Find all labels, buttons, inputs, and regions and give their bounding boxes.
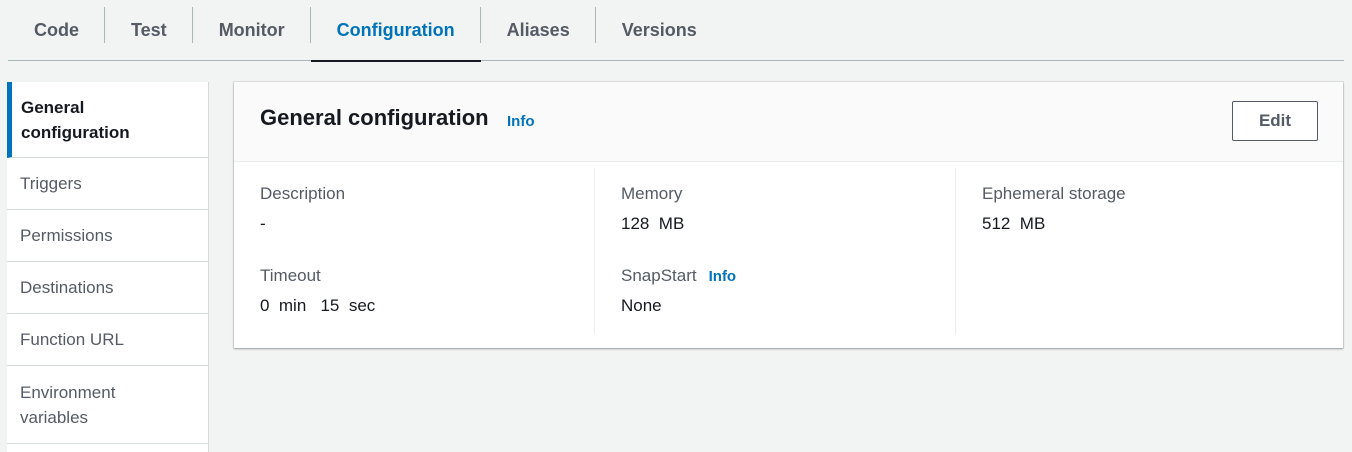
sidebar-item-label: Environment variables bbox=[20, 382, 116, 427]
tab-test[interactable]: Test bbox=[105, 0, 193, 61]
column-2: Memory 128 MB SnapStart Info None bbox=[595, 162, 956, 334]
sidebar-item-label: Function URL bbox=[20, 330, 124, 349]
sidebar-item-environment-variables[interactable]: Environment variables bbox=[7, 366, 208, 444]
tab-aliases[interactable]: Aliases bbox=[481, 0, 596, 61]
tab-test-label: Test bbox=[131, 20, 167, 40]
timeout-value: 0 min 15 sec bbox=[260, 296, 376, 315]
general-configuration-panel: General configuration Info Edit Descript… bbox=[234, 82, 1343, 348]
snapstart-label: SnapStart bbox=[621, 266, 697, 285]
ephemeral-storage-field: Ephemeral storage 512 MB bbox=[982, 184, 1126, 234]
memory-field: Memory 128 MB bbox=[621, 184, 684, 234]
description-field: Description - bbox=[260, 184, 345, 234]
tab-code-label: Code bbox=[34, 20, 79, 40]
panel-header: General configuration Info Edit bbox=[234, 82, 1343, 162]
ephemeral-storage-label: Ephemeral storage bbox=[982, 184, 1126, 203]
description-label: Description bbox=[260, 184, 346, 203]
tab-configuration[interactable]: Configuration bbox=[310, 0, 481, 62]
tab-configuration-label: Configuration bbox=[336, 20, 455, 40]
tab-versions[interactable]: Versions bbox=[596, 0, 723, 61]
snapstart-field: SnapStart Info None bbox=[621, 266, 736, 316]
memory-label: Memory bbox=[621, 184, 683, 203]
column-3: Ephemeral storage 512 MB bbox=[956, 162, 1317, 334]
memory-value: 128 MB bbox=[621, 214, 685, 233]
timeout-field: Timeout 0 min 15 sec bbox=[260, 266, 375, 316]
sidebar-item-triggers[interactable]: Triggers bbox=[7, 158, 208, 210]
sidebar-item-permissions[interactable]: Permissions bbox=[7, 210, 208, 262]
sidebar-item-destinations[interactable]: Destinations bbox=[7, 262, 208, 314]
snapstart-info-link[interactable]: Info bbox=[709, 268, 737, 285]
ephemeral-storage-value: 512 MB bbox=[982, 214, 1046, 233]
timeout-label: Timeout bbox=[260, 266, 321, 285]
panel-body: Description - Timeout 0 min 15 sec Memor… bbox=[234, 162, 1343, 334]
config-sidebar: General configuration Triggers Permissio… bbox=[7, 82, 209, 452]
description-value: - bbox=[260, 214, 266, 233]
tab-aliases-label: Aliases bbox=[506, 20, 570, 40]
sidebar-item-label: General configuration bbox=[21, 97, 130, 142]
tab-code[interactable]: Code bbox=[8, 0, 105, 61]
panel-title: General configuration bbox=[260, 105, 489, 130]
tab-monitor-label: Monitor bbox=[218, 20, 285, 40]
sidebar-item-label: Destinations bbox=[20, 278, 114, 297]
tab-versions-label: Versions bbox=[621, 20, 697, 40]
sidebar-item-general-configuration[interactable]: General configuration bbox=[7, 82, 208, 158]
sidebar-item-label: Permissions bbox=[20, 226, 113, 245]
tab-monitor[interactable]: Monitor bbox=[193, 0, 311, 61]
info-link[interactable]: Info bbox=[507, 113, 535, 130]
tab-bar: Code Test Monitor Configuration Aliases … bbox=[8, 0, 1344, 62]
sidebar-item-label: Triggers bbox=[20, 174, 82, 193]
snapstart-label-row: SnapStart Info bbox=[621, 266, 736, 286]
edit-button[interactable]: Edit bbox=[1232, 101, 1318, 141]
sidebar-item-function-url[interactable]: Function URL bbox=[7, 314, 208, 366]
snapstart-value: None bbox=[621, 296, 662, 315]
column-1: Description - Timeout 0 min 15 sec bbox=[234, 162, 595, 334]
